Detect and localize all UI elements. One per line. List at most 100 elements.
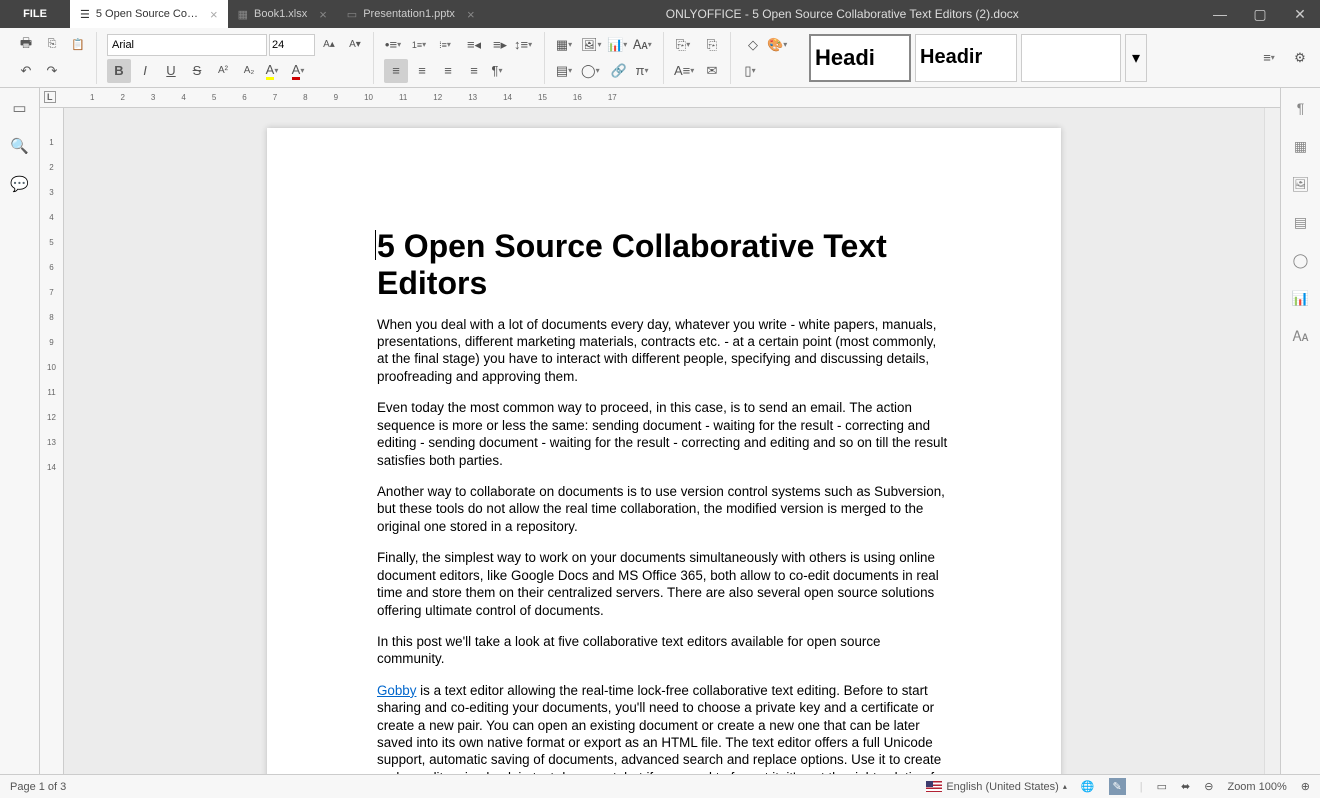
underline-button[interactable]: U — [159, 59, 183, 83]
close-button[interactable]: ✕ — [1280, 0, 1320, 28]
horizontal-ruler[interactable]: L 1234567891011121314151617 — [40, 88, 1280, 108]
insert-pagenumber-button[interactable]: ⎘ — [700, 33, 724, 57]
chart-settings-button[interactable]: 📊 — [1289, 286, 1313, 310]
zoom-level[interactable]: Zoom 100% — [1227, 781, 1286, 793]
shape-settings-button[interactable]: ◯ — [1289, 248, 1313, 272]
document-icon: ☰ — [80, 8, 90, 21]
trackchanges-button[interactable]: ✎ — [1109, 778, 1126, 795]
close-icon[interactable]: × — [210, 7, 218, 22]
highlight-button[interactable]: A▾ — [263, 59, 287, 83]
font-size-select[interactable] — [269, 34, 315, 56]
copy-button[interactable]: ⎘ — [40, 33, 64, 57]
window-title: ONLYOFFICE - 5 Open Source Collaborative… — [485, 7, 1200, 21]
paragraph[interactable]: When you deal with a lot of documents ev… — [377, 316, 951, 386]
search-button[interactable]: 🔍 — [8, 134, 32, 158]
bullets-button[interactable]: •≡▾ — [384, 33, 408, 57]
spreadsheet-icon: ▦ — [238, 8, 248, 21]
minimize-button[interactable]: — — [1200, 0, 1240, 28]
insert-shape-button[interactable]: ◯▾ — [581, 59, 605, 83]
paragraph-settings-button[interactable]: ¶ — [1289, 96, 1313, 120]
dropcap-button[interactable]: A≡▾ — [674, 59, 698, 83]
subscript-button[interactable]: A₂ — [237, 59, 261, 83]
close-icon[interactable]: × — [319, 7, 327, 22]
numbering-button[interactable]: 1≡▾ — [410, 33, 434, 57]
fit-width-button[interactable]: ⬌ — [1181, 780, 1190, 793]
align-center-button[interactable]: ≡ — [410, 59, 434, 83]
decrease-indent-button[interactable]: ≡◂ — [462, 33, 486, 57]
redo-button[interactable]: ↷ — [40, 59, 64, 83]
zoom-in-button[interactable]: ⊕ — [1301, 780, 1310, 793]
document-canvas[interactable]: 5 Open Source Collaborative Text Editors… — [64, 108, 1264, 774]
document-title[interactable]: 5 Open Source Collaborative Text Editors — [377, 228, 951, 302]
vertical-ruler[interactable]: 1234567891011121314 — [40, 108, 64, 774]
style-item[interactable] — [1021, 34, 1121, 82]
font-name-select[interactable] — [107, 34, 267, 56]
insert-chart-button[interactable]: 📊▾ — [607, 33, 631, 57]
strikethrough-button[interactable]: S — [185, 59, 209, 83]
page-counter[interactable]: Page 1 of 3 — [10, 781, 66, 793]
insert-hyperlink-button[interactable]: 🔗 — [607, 59, 631, 83]
insert-image-button[interactable]: 🖼▾ — [581, 33, 605, 57]
presentation-icon: ▭ — [347, 8, 357, 21]
language-selector[interactable]: English (United States) ▴ — [926, 781, 1067, 793]
line-spacing-button[interactable]: ↕≡▾ — [514, 33, 538, 57]
style-gallery-more[interactable]: ▾ — [1125, 34, 1147, 82]
fit-page-button[interactable]: ▭ — [1157, 780, 1167, 793]
page[interactable]: 5 Open Source Collaborative Text Editors… — [267, 128, 1061, 774]
paragraph[interactable]: Finally, the simplest way to work on you… — [377, 549, 951, 619]
increase-font-button[interactable]: A▴ — [317, 33, 341, 57]
header-settings-button[interactable]: ▤ — [1289, 210, 1313, 234]
nonprinting-button[interactable]: ¶▾ — [488, 59, 512, 83]
gobby-link[interactable]: Gobby — [377, 683, 416, 698]
bold-button[interactable]: B — [107, 59, 131, 83]
image-settings-button[interactable]: 🖼 — [1289, 172, 1313, 196]
spellcheck-button[interactable]: 🌐 — [1081, 780, 1095, 793]
thumbnails-button[interactable]: ▭ — [8, 96, 32, 120]
right-panel: ¶ ▦ 🖼 ▤ ◯ 📊 🗛 — [1280, 88, 1320, 774]
insert-header-button[interactable]: ▤▾ — [555, 59, 579, 83]
style-heading2[interactable]: Headir — [915, 34, 1017, 82]
increase-indent-button[interactable]: ≡▸ — [488, 33, 512, 57]
file-menu-button[interactable]: FILE — [0, 0, 70, 28]
superscript-button[interactable]: A² — [211, 59, 235, 83]
paragraph-text: is a text editor allowing the real-time … — [377, 683, 946, 774]
tab-label: 5 Open Source Co… — [96, 8, 198, 20]
italic-button[interactable]: I — [133, 59, 157, 83]
view-settings-button[interactable]: ≡▾ — [1260, 46, 1284, 70]
flag-icon — [926, 781, 942, 792]
paragraph[interactable]: Another way to collaborate on documents … — [377, 483, 951, 535]
paragraph[interactable]: In this post we'll take a look at five c… — [377, 633, 951, 668]
clear-style-button[interactable]: ◇ — [741, 33, 765, 57]
align-left-button[interactable]: ≡ — [384, 59, 408, 83]
tab-spreadsheet[interactable]: ▦ Book1.xlsx × — [228, 0, 337, 28]
maximize-button[interactable]: ▢ — [1240, 0, 1280, 28]
undo-button[interactable]: ↶ — [14, 59, 38, 83]
settings-button[interactable]: ⚙ — [1288, 46, 1312, 70]
close-icon[interactable]: × — [467, 7, 475, 22]
insert-equation-button[interactable]: π▾ — [633, 59, 657, 83]
font-color-button[interactable]: A▾ — [289, 59, 313, 83]
table-settings-button[interactable]: ▦ — [1289, 134, 1313, 158]
insert-textart-button[interactable]: 🗛▾ — [633, 33, 657, 57]
language-label: English (United States) — [946, 781, 1059, 793]
paragraph[interactable]: Gobby is a text editor allowing the real… — [377, 682, 951, 774]
tab-presentation[interactable]: ▭ Presentation1.pptx × — [337, 0, 485, 28]
align-justify-button[interactable]: ≡ — [462, 59, 486, 83]
mailmerge-button[interactable]: ✉ — [700, 59, 724, 83]
paste-button[interactable]: 📋 — [66, 33, 90, 57]
decrease-font-button[interactable]: A▾ — [343, 33, 367, 57]
align-right-button[interactable]: ≡ — [436, 59, 460, 83]
page-color-button[interactable]: 🎨▾ — [767, 33, 791, 57]
print-button[interactable]: 🖶 — [14, 33, 38, 57]
insert-table-button[interactable]: ▦▾ — [555, 33, 579, 57]
vertical-scrollbar[interactable] — [1264, 108, 1280, 774]
paragraph[interactable]: Even today the most common way to procee… — [377, 399, 951, 469]
tab-document[interactable]: ☰ 5 Open Source Co… × — [70, 0, 228, 28]
style-heading1[interactable]: Headi — [809, 34, 911, 82]
page-size-button[interactable]: ▯▾ — [741, 59, 765, 83]
insert-pagebreak-button[interactable]: ⎘▾ — [674, 33, 698, 57]
zoom-out-button[interactable]: ⊖ — [1204, 780, 1213, 793]
multilevel-button[interactable]: ⁞≡▾ — [436, 33, 460, 57]
textart-settings-button[interactable]: 🗛 — [1289, 324, 1313, 348]
comments-button[interactable]: 💬 — [8, 172, 32, 196]
